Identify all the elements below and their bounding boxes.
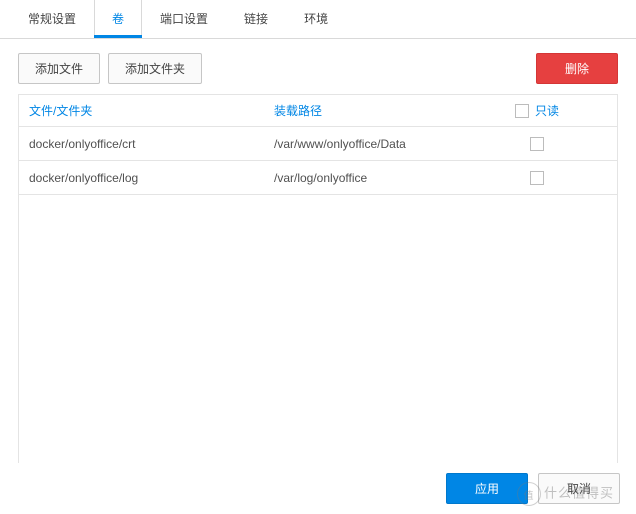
column-header-file[interactable]: 文件/文件夹 bbox=[19, 94, 264, 127]
cell-actions bbox=[587, 170, 617, 186]
table-row[interactable]: docker/onlyoffice/log /var/log/onlyoffic… bbox=[19, 161, 617, 195]
readonly-checkbox[interactable] bbox=[530, 137, 544, 151]
cell-file: docker/onlyoffice/crt bbox=[19, 129, 264, 159]
column-header-mount[interactable]: 装载路径 bbox=[264, 94, 487, 127]
content-panel: 添加文件 添加文件夹 删除 文件/文件夹 装载路径 只读 docker/only… bbox=[0, 39, 636, 497]
cell-readonly bbox=[487, 129, 587, 159]
table-body: docker/onlyoffice/crt /var/www/onlyoffic… bbox=[18, 127, 618, 497]
cancel-button[interactable]: 取消 bbox=[538, 473, 620, 504]
cell-actions bbox=[587, 136, 617, 152]
tab-links[interactable]: 链接 bbox=[226, 0, 286, 38]
table-row[interactable]: docker/onlyoffice/crt /var/www/onlyoffic… bbox=[19, 127, 617, 161]
volume-table: 文件/文件夹 装载路径 只读 bbox=[18, 94, 618, 127]
readonly-checkbox[interactable] bbox=[530, 171, 544, 185]
readonly-header-label: 只读 bbox=[535, 102, 559, 119]
cell-mount: /var/www/onlyoffice/Data bbox=[264, 129, 487, 159]
delete-button[interactable]: 删除 bbox=[536, 53, 618, 84]
apply-button[interactable]: 应用 bbox=[446, 473, 528, 504]
column-header-actions bbox=[587, 103, 617, 119]
footer-bar: 应用 取消 bbox=[0, 463, 636, 514]
tab-volume[interactable]: 卷 bbox=[94, 0, 142, 38]
cell-readonly bbox=[487, 163, 587, 193]
tab-port[interactable]: 端口设置 bbox=[142, 0, 226, 38]
tab-general[interactable]: 常规设置 bbox=[10, 0, 94, 38]
add-folder-button[interactable]: 添加文件夹 bbox=[108, 53, 202, 84]
tab-env[interactable]: 环境 bbox=[286, 0, 346, 38]
tabs-bar: 常规设置 卷 端口设置 链接 环境 bbox=[0, 0, 636, 39]
cell-mount: /var/log/onlyoffice bbox=[264, 163, 487, 193]
readonly-header-checkbox[interactable] bbox=[515, 104, 529, 118]
add-file-button[interactable]: 添加文件 bbox=[18, 53, 100, 84]
table-header: 文件/文件夹 装载路径 只读 bbox=[19, 95, 617, 127]
column-header-readonly[interactable]: 只读 bbox=[487, 94, 587, 127]
toolbar: 添加文件 添加文件夹 删除 bbox=[18, 53, 618, 84]
cell-file: docker/onlyoffice/log bbox=[19, 163, 264, 193]
